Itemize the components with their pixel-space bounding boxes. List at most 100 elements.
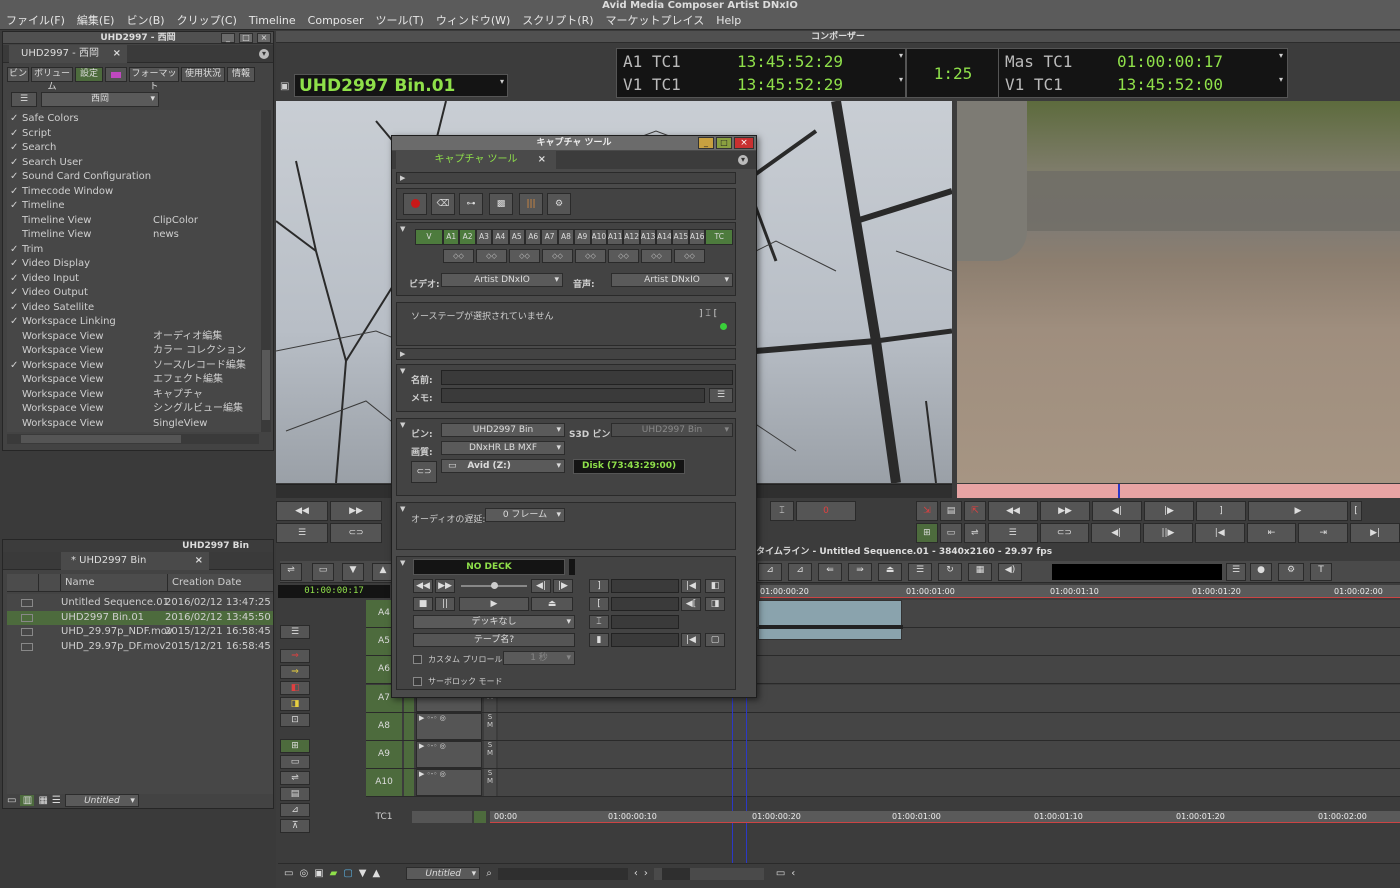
shuttle-thumb[interactable]	[491, 582, 498, 589]
preroll-select[interactable]: 1 秒 ▾	[503, 651, 575, 665]
timeline-view-button[interactable]: ▭	[312, 563, 334, 581]
menu-bin[interactable]: ビン(B)	[126, 14, 164, 28]
quality-select[interactable]: DNxHR LB MXF ▾	[441, 441, 565, 455]
settings-tab[interactable]: UHD2997 - 西岡 ×	[9, 45, 127, 63]
close-button[interactable]: ×	[257, 33, 271, 43]
track-label[interactable]: A9	[366, 741, 402, 768]
menu-edit[interactable]: 編集(E)	[77, 14, 115, 28]
channel-button[interactable]: A9	[574, 229, 591, 245]
down-icon[interactable]: ▼	[359, 868, 367, 879]
bin-row[interactable]: UHD_29.97p_NDF.mov 2015/12/21 16:58:45	[7, 625, 273, 640]
close-button[interactable]: ×	[734, 137, 754, 149]
track-controls[interactable]: ▶ ◦-◦ ◎	[416, 741, 482, 768]
channel-pair-select[interactable]: ◇◇	[476, 249, 507, 263]
memo-list-button[interactable]: ☰	[709, 388, 733, 403]
delay-select[interactable]: 0 フレーム ▾	[485, 508, 565, 522]
drive-mode-button[interactable]: ⊂⊃	[411, 461, 437, 483]
menu-icon[interactable]: ▾	[738, 155, 748, 165]
track-content[interactable]	[498, 712, 1400, 740]
chevron-left-icon[interactable]: ‹	[634, 868, 638, 879]
audio-button[interactable]: ◀)	[998, 563, 1022, 581]
pause-button[interactable]: ||	[435, 597, 455, 611]
channel-button[interactable]: A15	[672, 229, 689, 245]
record-extra-button[interactable]: ▶|	[1350, 523, 1400, 543]
tab-volume[interactable]: ボリューム	[31, 67, 73, 92]
scroll-thumb[interactable]	[262, 350, 270, 420]
chevron-right-icon[interactable]: ›	[644, 868, 648, 879]
close-icon[interactable]: ×	[538, 151, 546, 169]
scroll-left-icon[interactable]: ‹	[791, 868, 795, 879]
mark-in-button[interactable]: ]	[589, 579, 609, 593]
settings-row[interactable]: ✓ Video Satellite	[7, 301, 263, 316]
search-icon[interactable]: ⌕	[486, 868, 492, 879]
settings-row[interactable]: ✓ Workspace Linking	[7, 315, 263, 330]
zoom-thumb[interactable]	[661, 867, 690, 880]
go-to-out-button[interactable]: ◀[	[681, 597, 701, 611]
section-toggle-1[interactable]: ▶	[396, 172, 736, 184]
collapse-icon[interactable]: ▼	[400, 559, 405, 567]
clear-timecode-button[interactable]: ▢	[705, 633, 725, 647]
side-red-mark-button[interactable]: ◧	[280, 681, 310, 695]
timeline-view-select[interactable]: Untitled ▾	[406, 867, 481, 880]
duration-button[interactable]: ⌶	[589, 615, 609, 629]
check-icon[interactable]: ✓	[10, 257, 20, 272]
settings-row[interactable]: ✓ Sound Card Configuration	[7, 170, 263, 185]
settings-row[interactable]: ✓ Workspace View ソース/レコード編集	[7, 359, 263, 374]
side-monitor-button[interactable]: ⊡	[280, 713, 310, 727]
channel-pair-select[interactable]: ◇◇	[443, 249, 474, 263]
settings-row[interactable]: Workspace View SingleView	[7, 417, 263, 432]
menu-window[interactable]: ウィンドウ(W)	[436, 14, 510, 28]
duration-field[interactable]	[611, 615, 679, 629]
settings-row[interactable]: ✓ Safe Colors	[7, 112, 263, 127]
collapse-icon[interactable]: ▼	[400, 225, 405, 233]
source-clip-select[interactable]: UHD2997 Bin.01 ▾	[294, 74, 508, 97]
monitor-icon[interactable]: ▣	[314, 868, 323, 879]
overwrite-tool-button[interactable]: ☰	[908, 563, 932, 581]
display-icon[interactable]: ▢	[343, 868, 352, 879]
bin-col-name[interactable]: Name	[65, 574, 95, 592]
servo-lock-checkbox[interactable]	[413, 677, 422, 686]
bin-row[interactable]: UHD2997 Bin.01 2016/02/12 13:45:50	[7, 610, 273, 625]
mark-clip-button[interactable]: ⌶	[770, 501, 794, 521]
chevron-down-icon[interactable]: ▾	[899, 51, 903, 60]
check-icon[interactable]: ✓	[10, 170, 20, 185]
check-icon[interactable]: ✓	[10, 272, 20, 287]
clear-marks-button[interactable]: |◀	[1194, 523, 1245, 543]
memo-input[interactable]	[441, 388, 705, 403]
tab-format[interactable]: フォーマット	[129, 67, 179, 92]
settings-row[interactable]: ✓ Trim	[7, 243, 263, 258]
check-icon[interactable]: ✓	[10, 286, 20, 301]
find-button[interactable]: ⇥	[1298, 523, 1349, 543]
settings-row[interactable]: ✓ Timecode Window	[7, 185, 263, 200]
menu-marketplace[interactable]: マーケットプレイス	[606, 14, 705, 28]
channel-button[interactable]: A6	[524, 229, 542, 245]
splice-in-button[interactable]: ⇲	[916, 501, 938, 521]
channel-button[interactable]: TC	[705, 229, 734, 245]
channel-button[interactable]: A4	[492, 229, 509, 245]
audio-input-select[interactable]: Artist DNxIO ▾	[611, 273, 733, 287]
record-menu-button[interactable]: ☰	[987, 523, 1038, 543]
play-button[interactable]: ▶	[1248, 501, 1348, 521]
go-to-in-button[interactable]: |◀	[681, 579, 701, 593]
timecode-button[interactable]: ▮	[589, 633, 609, 647]
settings-row[interactable]: Workspace View キャプチャ	[7, 388, 263, 403]
channel-button[interactable]: V	[415, 229, 443, 245]
channel-pair-select[interactable]: ◇◇	[608, 249, 639, 263]
track-controls[interactable]: ▶ ◦-◦ ◎	[416, 712, 482, 740]
side-overwrite-button[interactable]: ▤	[280, 787, 310, 801]
refresh-button[interactable]: ↻	[938, 563, 962, 581]
hscroll-thumb[interactable]	[21, 435, 181, 443]
splice-button[interactable]: ⏏	[878, 563, 902, 581]
up-icon[interactable]: ▲	[373, 868, 381, 879]
tab-bin[interactable]: ビン	[7, 67, 29, 82]
settings-row[interactable]: ✓ Video Input	[7, 272, 263, 287]
track-content[interactable]	[498, 769, 1400, 797]
effect-icon[interactable]: ▰	[330, 868, 338, 879]
mark-out-button[interactable]: [	[589, 597, 609, 611]
step-fwd-frame-button[interactable]: |▶	[553, 579, 573, 593]
side-yellow-mark-button[interactable]: ◨	[280, 697, 310, 711]
bracket-button[interactable]: [	[1350, 501, 1362, 521]
chevron-down-icon[interactable]: ▾	[899, 75, 903, 84]
trash-button[interactable]: ⌫	[431, 193, 455, 215]
channel-button[interactable]: A5	[508, 229, 525, 245]
